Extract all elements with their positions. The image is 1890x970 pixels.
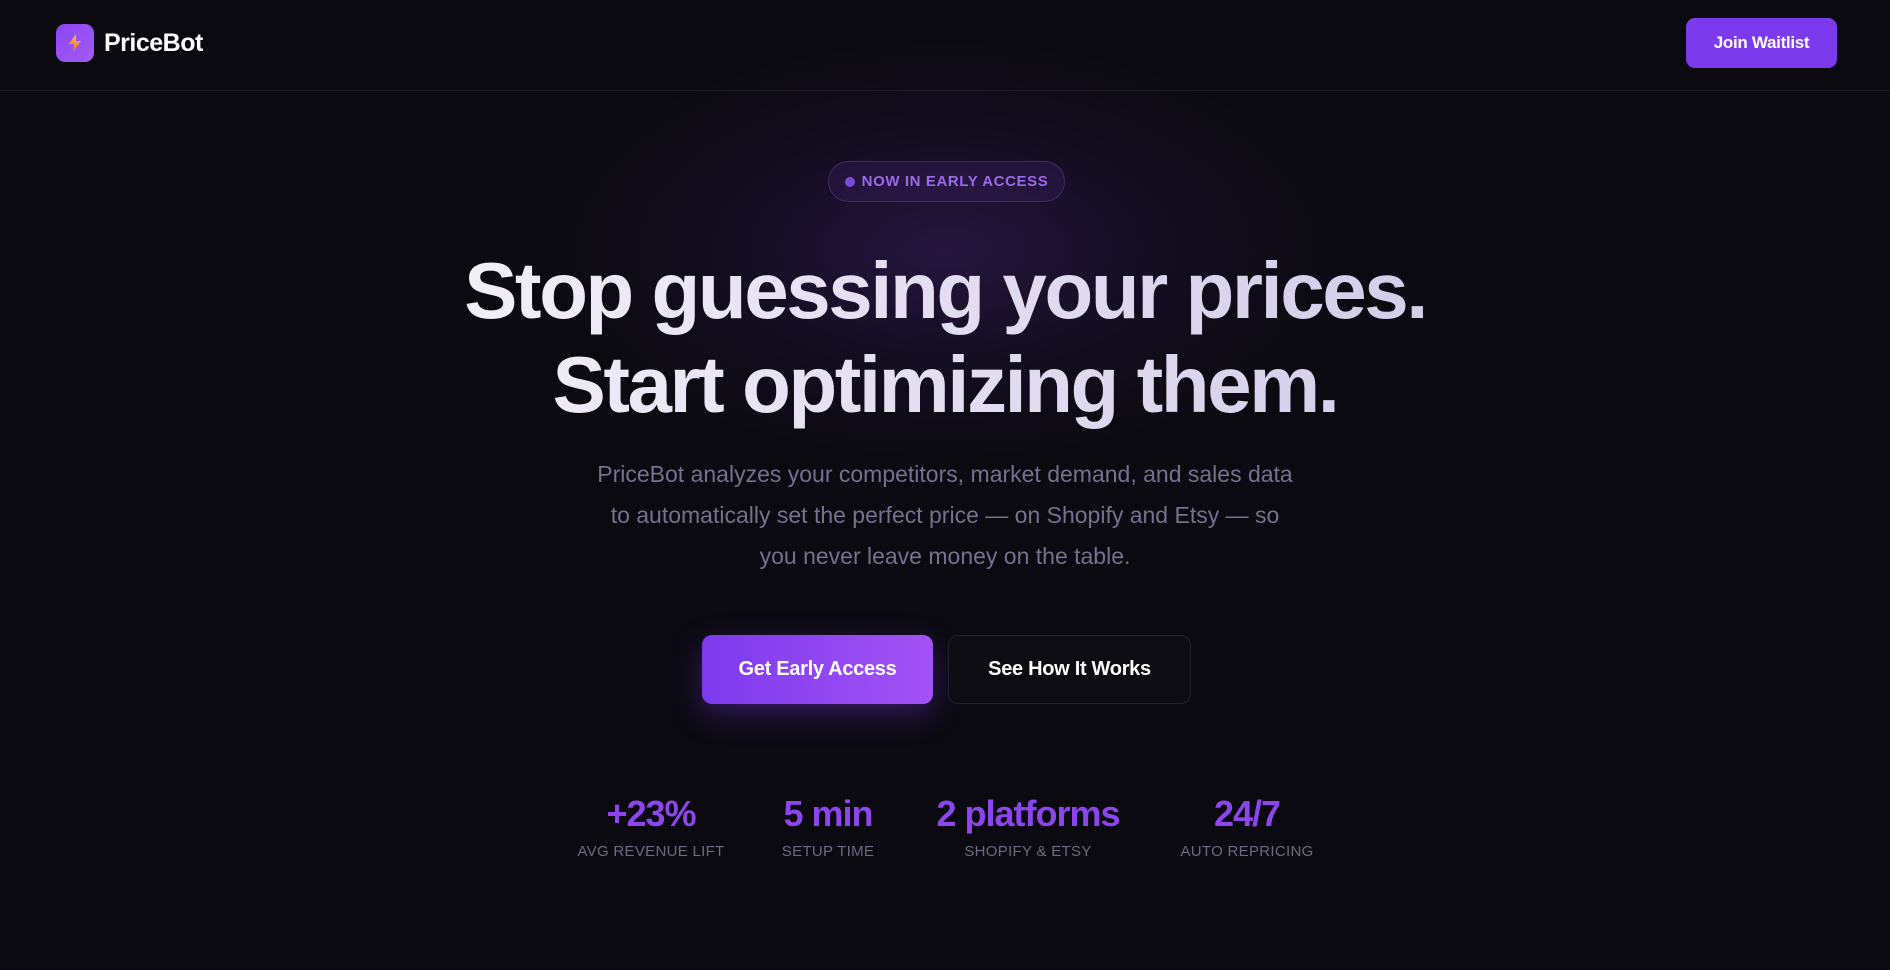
hero-headline: Stop guessing your prices. Start optimiz… [0, 244, 1890, 432]
badge-text: NOW IN EARLY ACCESS [861, 173, 1049, 190]
stat-label: SETUP TIME [781, 843, 875, 860]
lightning-bolt-icon [56, 24, 94, 62]
stat-value: 2 platforms [936, 793, 1120, 834]
stat-label: AUTO REPRICING [1180, 843, 1314, 860]
headline-line-2: Start optimizing them. [0, 338, 1890, 432]
stat-value: +23% [606, 793, 696, 834]
stat-label: AVG REVENUE LIFT [577, 843, 725, 860]
stat-value: 5 min [783, 793, 873, 834]
join-waitlist-button[interactable]: Join Waitlist [1686, 18, 1837, 68]
navbar: PriceBot Join Waitlist [0, 0, 1890, 91]
brand-name: PriceBot [104, 28, 203, 57]
early-access-badge: NOW IN EARLY ACCESS [828, 161, 1065, 202]
see-how-it-works-button[interactable]: See How It Works [948, 635, 1191, 704]
stat-value: 24/7 [1213, 793, 1281, 834]
hero-subtext: PriceBot analyzes your competitors, mark… [597, 461, 1293, 569]
stat-platforms: 2 platforms SHOPIFY & ETSY [920, 790, 1136, 860]
stat-revenue-lift: +23% AVG REVENUE LIFT [575, 790, 727, 860]
get-early-access-button[interactable]: Get Early Access [702, 635, 933, 704]
stat-label: SHOPIFY & ETSY [964, 843, 1092, 860]
status-dot [844, 176, 855, 187]
headline-line-1: Stop guessing your prices. [0, 244, 1890, 338]
stat-auto-repricing: 24/7 AUTO REPRICING [1170, 790, 1324, 860]
stat-setup-time: 5 min SETUP TIME [766, 790, 890, 860]
lightning-bolt-glyph [69, 34, 81, 52]
landing-page: PriceBot Join Waitlist NOW IN EARLY ACCE… [0, 0, 1890, 970]
brand[interactable]: PriceBot [56, 24, 203, 62]
